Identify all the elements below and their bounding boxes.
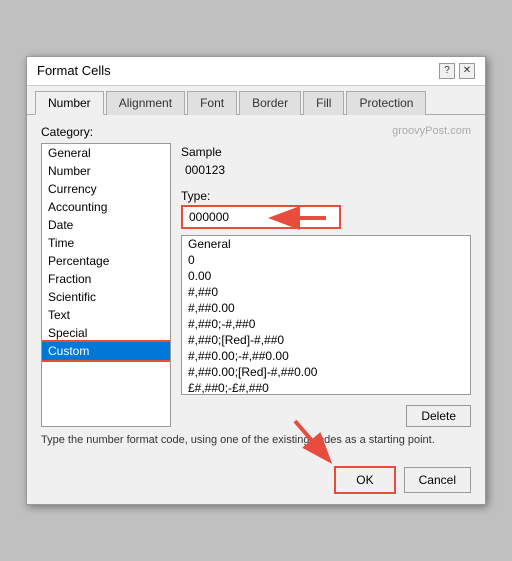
format-item-hash0.00-red[interactable]: #,##0.00;[Red]-#,##0.00 <box>182 364 470 380</box>
dialog-title: Format Cells <box>37 63 111 78</box>
help-button[interactable]: ? <box>439 63 455 79</box>
dialog-content: Category: General Number Currency Accoun… <box>27 115 485 458</box>
category-item-special[interactable]: Special <box>42 324 170 342</box>
sample-label: Sample <box>181 145 471 159</box>
title-bar-controls: ? ✕ <box>439 63 475 79</box>
tab-border[interactable]: Border <box>239 91 301 115</box>
format-cells-dialog: Format Cells ? ✕ Number Alignment Font B… <box>26 56 486 505</box>
description: Type the number format code, using one o… <box>41 433 471 448</box>
category-item-date[interactable]: Date <box>42 216 170 234</box>
format-item-0.00[interactable]: 0.00 <box>182 268 470 284</box>
format-item-hash0-neg[interactable]: #,##0;-#,##0 <box>182 316 470 332</box>
format-item-0[interactable]: 0 <box>182 252 470 268</box>
cancel-button[interactable]: Cancel <box>404 467 471 493</box>
sample-value: 000123 <box>181 161 471 179</box>
right-panel: groovyPost.com Sample 000123 Type: Gener… <box>181 125 471 427</box>
tab-fill[interactable]: Fill <box>303 91 344 115</box>
category-item-general[interactable]: General <box>42 144 170 162</box>
close-button[interactable]: ✕ <box>459 63 475 79</box>
type-input[interactable] <box>181 205 341 229</box>
format-list[interactable]: General 0 0.00 #,##0 #,##0.00 #,##0;-#,#… <box>181 235 471 395</box>
category-item-percentage[interactable]: Percentage <box>42 252 170 270</box>
arrow-ok-annotation <box>265 416 345 476</box>
category-item-fraction[interactable]: Fraction <box>42 270 170 288</box>
category-label: Category: <box>41 125 171 139</box>
sample-section: Sample 000123 <box>181 145 471 179</box>
watermark: groovyPost.com <box>181 125 471 137</box>
tab-number[interactable]: Number <box>35 91 104 115</box>
tab-bar: Number Alignment Font Border Fill Protec… <box>27 86 485 115</box>
category-list[interactable]: General Number Currency Accounting Date … <box>41 143 171 427</box>
category-item-custom[interactable]: Custom <box>42 342 170 360</box>
format-item-general[interactable]: General <box>182 236 470 252</box>
category-item-number[interactable]: Number <box>42 162 170 180</box>
main-area: Category: General Number Currency Accoun… <box>41 125 471 427</box>
tab-font[interactable]: Font <box>187 91 237 115</box>
type-section: Type: <box>181 189 471 229</box>
format-item-hash0-red[interactable]: #,##0;[Red]-#,##0 <box>182 332 470 348</box>
category-item-text[interactable]: Text <box>42 306 170 324</box>
category-panel: Category: General Number Currency Accoun… <box>41 125 171 427</box>
button-row: OK Cancel <box>27 458 485 504</box>
category-item-currency[interactable]: Currency <box>42 180 170 198</box>
type-label: Type: <box>181 189 471 203</box>
category-item-time[interactable]: Time <box>42 234 170 252</box>
tab-alignment[interactable]: Alignment <box>106 91 185 115</box>
category-item-accounting[interactable]: Accounting <box>42 198 170 216</box>
delete-button[interactable]: Delete <box>406 405 471 427</box>
format-item-hash0[interactable]: #,##0 <box>182 284 470 300</box>
format-item-hash0.00[interactable]: #,##0.00 <box>182 300 470 316</box>
format-item-gbp0[interactable]: £#,##0;-£#,##0 <box>182 380 470 395</box>
format-item-hash0.00-neg[interactable]: #,##0.00;-#,##0.00 <box>182 348 470 364</box>
category-item-scientific[interactable]: Scientific <box>42 288 170 306</box>
title-bar: Format Cells ? ✕ <box>27 57 485 86</box>
tab-protection[interactable]: Protection <box>346 91 426 115</box>
